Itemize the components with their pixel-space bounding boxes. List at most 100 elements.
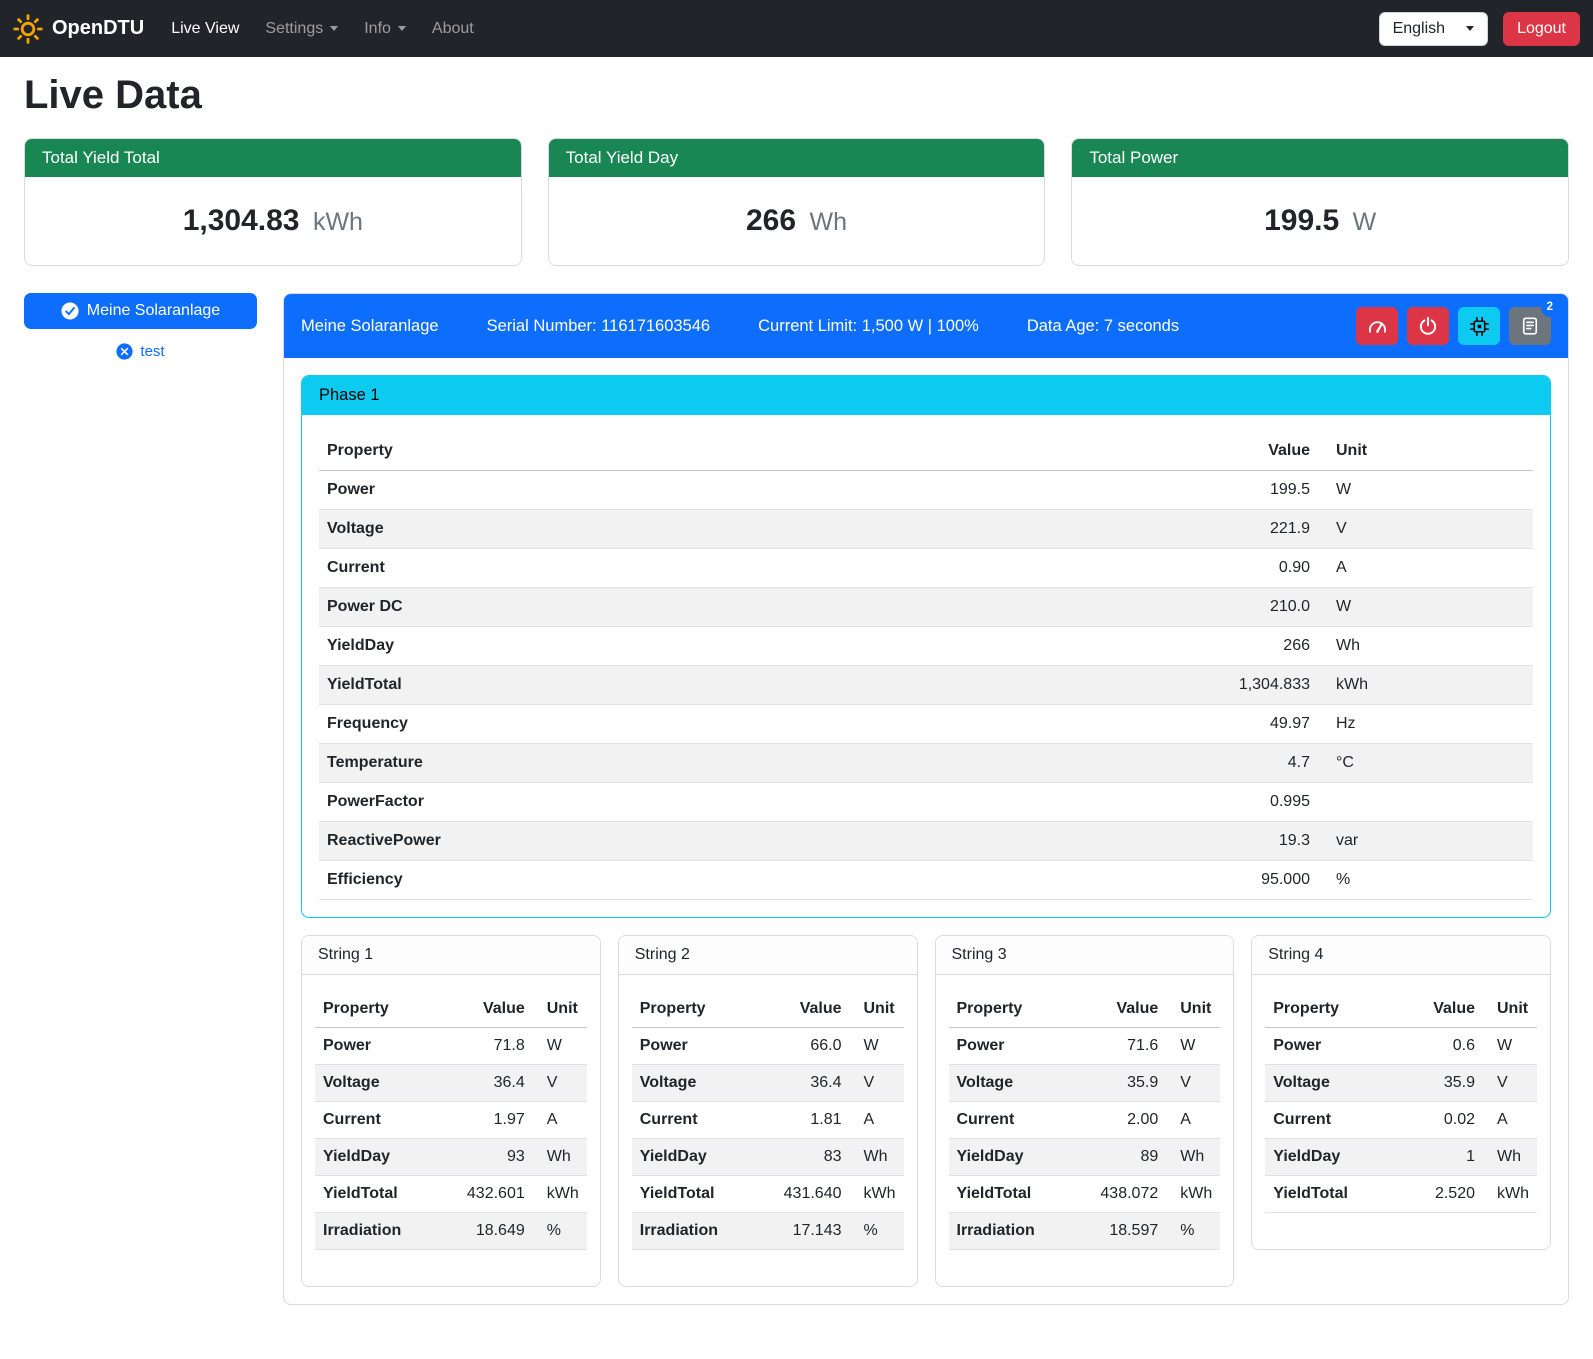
cell-unit: A bbox=[1483, 1102, 1537, 1139]
table-header-row: Property Value Unit bbox=[319, 432, 1533, 471]
nav-settings-label: Settings bbox=[265, 20, 323, 38]
nav-live-view[interactable]: Live View bbox=[158, 12, 252, 46]
table-row: YieldTotal 1,304.833 kWh bbox=[319, 666, 1533, 705]
cell-property: YieldTotal bbox=[319, 666, 1178, 705]
sidebar-item-test[interactable]: test bbox=[24, 343, 257, 360]
cell-unit: Wh bbox=[533, 1139, 587, 1176]
string-1-card: String 1 Property Value Unit bbox=[301, 935, 601, 1287]
event-log-button[interactable]: 2 bbox=[1509, 307, 1551, 345]
table-row: ReactivePower 19.3 var bbox=[319, 822, 1533, 861]
inverter-panel: Meine Solaranlage Serial Number: 1161716… bbox=[283, 293, 1569, 1305]
table-row: Voltage 36.4 V bbox=[315, 1065, 587, 1102]
cell-property: Irradiation bbox=[949, 1213, 1093, 1250]
cell-value: 18.597 bbox=[1092, 1213, 1166, 1250]
cell-property: YieldTotal bbox=[315, 1176, 459, 1213]
card-value: 266 bbox=[746, 204, 796, 237]
nav-info[interactable]: Info bbox=[351, 12, 419, 46]
sidebar-item-meine-solaranlage[interactable]: Meine Solaranlage bbox=[24, 293, 257, 329]
table-body: Power 199.5 W Voltage 221.9 V bbox=[319, 471, 1533, 900]
inverter-actions: 2 bbox=[1356, 307, 1551, 345]
table-head: Property Value Unit bbox=[319, 432, 1533, 471]
string-title: String 1 bbox=[302, 936, 600, 975]
string-body: Property Value Unit Power bbox=[936, 975, 1234, 1286]
limit-settings-button[interactable] bbox=[1356, 307, 1398, 345]
chevron-down-icon bbox=[1466, 26, 1474, 31]
cell-unit: kWh bbox=[1318, 666, 1533, 705]
cell-unit: A bbox=[1166, 1102, 1220, 1139]
cell-unit: V bbox=[850, 1065, 904, 1102]
sun-icon bbox=[13, 14, 43, 44]
cell-unit: var bbox=[1318, 822, 1533, 861]
table-row: Current 2.00 A bbox=[949, 1102, 1221, 1139]
string-2-card: String 2 Property Value Unit bbox=[618, 935, 918, 1287]
journal-icon bbox=[1520, 316, 1540, 336]
cell-unit: % bbox=[1166, 1213, 1220, 1250]
cell-value: 431.640 bbox=[776, 1176, 850, 1213]
cell-unit: kWh bbox=[1483, 1176, 1537, 1213]
table-row: YieldDay 1 Wh bbox=[1265, 1139, 1537, 1176]
power-icon bbox=[1418, 316, 1438, 336]
cell-value: 35.9 bbox=[1413, 1065, 1483, 1102]
cell-unit: % bbox=[850, 1213, 904, 1250]
cell-property: YieldDay bbox=[315, 1139, 459, 1176]
x-circle-icon[interactable] bbox=[116, 343, 133, 360]
string-title: String 2 bbox=[619, 936, 917, 975]
language-select[interactable]: English bbox=[1379, 12, 1488, 46]
cell-value: 1,304.833 bbox=[1178, 666, 1318, 705]
cell-property: Voltage bbox=[632, 1065, 776, 1102]
table-row: Power DC 210.0 W bbox=[319, 588, 1533, 627]
cell-property: Voltage bbox=[1265, 1065, 1413, 1102]
phase-card: Phase 1 Property Value Unit bbox=[301, 375, 1551, 918]
table-row: YieldDay 89 Wh bbox=[949, 1139, 1221, 1176]
table-row: YieldTotal 2.520 kWh bbox=[1265, 1176, 1537, 1213]
table-row: Power 66.0 W bbox=[632, 1028, 904, 1065]
cell-property: Current bbox=[1265, 1102, 1413, 1139]
table-row: Irradiation 18.597 % bbox=[949, 1213, 1221, 1250]
table-row: Voltage 35.9 V bbox=[1265, 1065, 1537, 1102]
cell-unit: W bbox=[1318, 471, 1533, 510]
cell-value: 210.0 bbox=[1178, 588, 1318, 627]
card-body: 199.5 W bbox=[1072, 177, 1568, 265]
nav-live-view-label: Live View bbox=[171, 20, 239, 38]
col-header-unit: Unit bbox=[850, 991, 904, 1028]
cell-value: 0.90 bbox=[1178, 549, 1318, 588]
cell-value: 1.97 bbox=[459, 1102, 533, 1139]
nav-settings[interactable]: Settings bbox=[252, 12, 351, 46]
cell-property: Current bbox=[315, 1102, 459, 1139]
cell-value: 17.143 bbox=[776, 1213, 850, 1250]
cell-unit: V bbox=[1483, 1065, 1537, 1102]
cell-property: ReactivePower bbox=[319, 822, 1178, 861]
col-header-value: Value bbox=[459, 991, 533, 1028]
string-title: String 3 bbox=[936, 936, 1234, 975]
power-button[interactable] bbox=[1407, 307, 1449, 345]
cell-value: 4.7 bbox=[1178, 744, 1318, 783]
cell-value: 0.995 bbox=[1178, 783, 1318, 822]
col-header-value: Value bbox=[1413, 991, 1483, 1028]
total-power-card: Total Power 199.5 W bbox=[1071, 138, 1569, 266]
string-title: String 4 bbox=[1252, 936, 1550, 975]
cell-value: 36.4 bbox=[776, 1065, 850, 1102]
top-navbar: OpenDTU Live View Settings Info About En… bbox=[0, 0, 1593, 57]
cell-unit: V bbox=[1166, 1065, 1220, 1102]
total-yield-day-card: Total Yield Day 266 Wh bbox=[548, 138, 1046, 266]
table-header-row: Property Value Unit bbox=[949, 991, 1221, 1028]
brand[interactable]: OpenDTU bbox=[13, 14, 144, 44]
cell-property: Voltage bbox=[315, 1065, 459, 1102]
card-title: Total Power bbox=[1072, 139, 1568, 177]
inverter-sidebar: Meine Solaranlage test bbox=[24, 293, 257, 360]
inverter-limit: Current Limit: 1,500 W | 100% bbox=[758, 317, 979, 336]
col-header-property: Property bbox=[315, 991, 459, 1028]
logout-button[interactable]: Logout bbox=[1503, 12, 1580, 46]
table-row: Voltage 36.4 V bbox=[632, 1065, 904, 1102]
event-count-badge: 2 bbox=[1541, 299, 1559, 317]
cell-unit: Wh bbox=[1166, 1139, 1220, 1176]
device-info-button[interactable] bbox=[1458, 307, 1500, 345]
nav-about[interactable]: About bbox=[419, 12, 487, 46]
cell-value: 18.649 bbox=[459, 1213, 533, 1250]
cell-value: 83 bbox=[776, 1139, 850, 1176]
table-row: Irradiation 17.143 % bbox=[632, 1213, 904, 1250]
table-header-row: Property Value Unit bbox=[315, 991, 587, 1028]
content-layout: Meine Solaranlage test Meine Solaranlage… bbox=[24, 293, 1569, 1305]
cell-unit: kWh bbox=[533, 1176, 587, 1213]
card-value: 199.5 bbox=[1264, 204, 1339, 237]
